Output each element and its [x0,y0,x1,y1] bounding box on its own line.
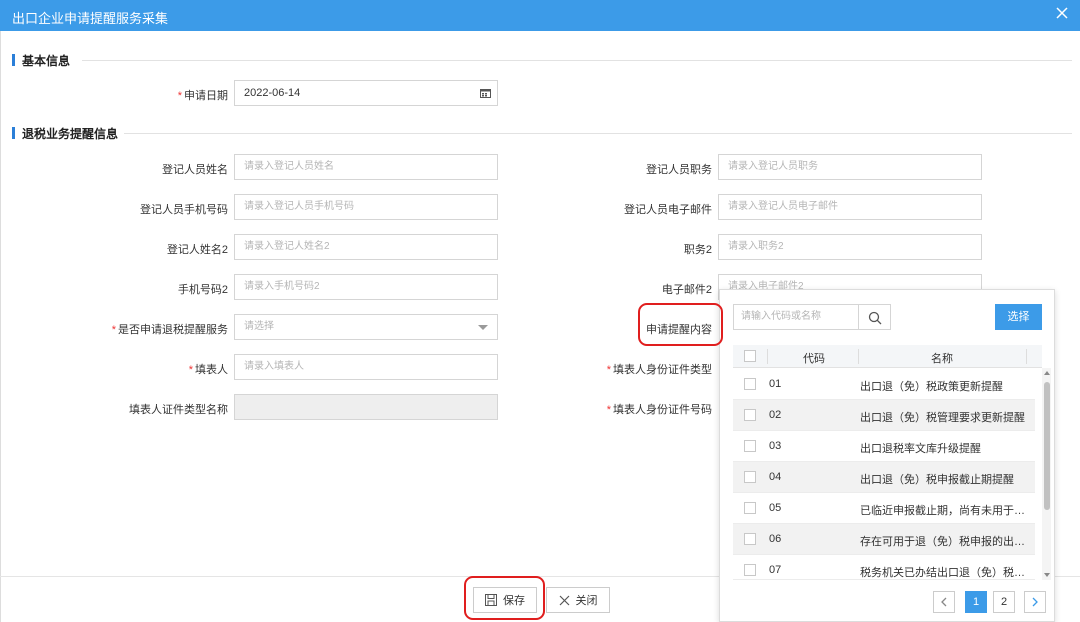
column-separator [767,349,768,364]
filler-label: * 填表人 [188,364,228,376]
table-row[interactable]: 05 已临近申报截止期，尚有未用于退（免）税申报的出口货物报关单提醒 [733,493,1035,524]
chevron-right-icon [1032,597,1038,607]
table-row[interactable]: 01 出口退（免）税政策更新提醒 [733,369,1035,400]
scroll-thumb[interactable] [1044,382,1050,510]
row-checkbox[interactable] [744,471,756,483]
email2-label: 电子邮件2 [661,284,712,296]
chevron-left-icon [941,597,947,607]
calendar-icon[interactable] [480,88,491,98]
table-row[interactable]: 03 出口退税率文库升级提醒 [733,431,1035,462]
column-header-code: 代码 [803,353,825,365]
chevron-down-icon [478,325,488,330]
apply-service-select[interactable]: 请选择 [234,314,498,340]
row-name: 出口退税率文库升级提醒 [860,443,981,455]
table-row[interactable]: 07 税务机关已办结出口退（免）税提醒 [733,555,1035,580]
code-search-input[interactable]: 请输入代码或名称 [733,304,859,330]
row-checkbox[interactable] [744,409,756,421]
remind-content-dropdown: 请输入代码或名称 选择 代码 名称 01 出口退（免）税政策更新提醒 02 出口… [719,289,1055,622]
row-checkbox[interactable] [744,440,756,452]
row-code: 06 [769,533,782,545]
row-code: 07 [769,564,782,576]
row-checkbox[interactable] [744,533,756,545]
reg-name-label: 登记人员姓名 [162,164,228,176]
filler-idno-label: * 填表人身份证件号码 [606,404,712,416]
row-code: 04 [769,471,782,483]
filler-input[interactable]: 请录入填表人 [234,354,498,380]
close-icon[interactable] [1054,5,1070,21]
row-code: 03 [769,440,782,452]
row-code: 05 [769,502,782,514]
post2-input[interactable]: 请录入职务2 [718,234,982,260]
section-divider [124,133,1072,134]
select-all-checkbox[interactable] [744,350,756,362]
scroll-up-arrow[interactable] [1044,371,1050,375]
close-icon [559,595,569,605]
prev-page-button[interactable] [933,591,955,613]
name2-label: 登记人姓名2 [166,244,228,256]
table-row[interactable]: 06 存在可用于退（免）税申报的出口货物报关单提醒 [733,524,1035,555]
left-border [0,31,1,622]
reg-phone-input[interactable]: 请录入登记人员手机号码 [234,194,498,220]
row-name: 出口退（免）税申报截止期提醒 [860,474,1014,486]
reg-email-input[interactable]: 请录入登记人员电子邮件 [718,194,982,220]
close-button[interactable]: 关闭 [546,587,610,613]
highlight-save-button [464,576,545,620]
table-row[interactable]: 02 出口退（免）税管理要求更新提醒 [733,400,1035,431]
column-header-name: 名称 [931,353,953,365]
column-separator [858,349,859,364]
table-row[interactable]: 04 出口退（免）税申报截止期提醒 [733,462,1035,493]
row-name: 出口退（免）税管理要求更新提醒 [860,412,1025,424]
row-checkbox[interactable] [744,378,756,390]
section-title-refund: 退税业务提醒信息 [22,127,119,141]
reg-post-input[interactable]: 请录入登记人员职务 [718,154,982,180]
phone2-input[interactable]: 请录入手机号码2 [234,274,498,300]
row-name: 出口退（免）税政策更新提醒 [860,381,1003,393]
reg-post-label: 登记人员职务 [646,164,712,176]
scroll-down-arrow[interactable] [1044,573,1050,577]
phone2-label: 手机号码2 [177,284,228,296]
apply-date-label: * 申请日期 [177,90,228,102]
name2-input[interactable]: 请录入登记人姓名2 [234,234,498,260]
page-2-button[interactable]: 2 [993,591,1015,613]
dialog-titlebar: 出口企业申请提醒服务采集 [0,0,1080,31]
section-refund-reminder: 退税业务提醒信息 [12,124,1072,142]
search-button[interactable] [859,304,891,330]
section-basic-info: 基本信息 [12,51,1072,69]
row-code: 02 [769,409,782,421]
next-page-button[interactable] [1024,591,1046,613]
apply-service-label: * 是否申请退税提醒服务 [111,324,228,336]
page-1-button[interactable]: 1 [965,591,987,613]
dialog-title: 出口企业申请提醒服务采集 [12,11,169,26]
column-separator [1026,349,1027,364]
close-button-label: 关闭 [575,595,598,607]
apply-date-input[interactable]: 2022-06-14 [234,80,498,106]
highlight-remind-content [638,303,723,346]
filler-idtype-label: * 填表人身份证件类型 [606,364,712,376]
post2-label: 职务2 [683,244,712,256]
section-divider [82,60,1072,61]
row-name: 已临近申报截止期，尚有未用于退（免）税申报的出口货物报关单提醒 [860,505,1025,517]
row-checkbox[interactable] [744,502,756,514]
section-title-basic: 基本信息 [22,54,71,68]
row-name: 税务机关已办结出口退（免）税提醒 [860,567,1025,579]
reg-name-input[interactable]: 请录入登记人员姓名 [234,154,498,180]
row-checkbox[interactable] [744,564,756,576]
search-icon [868,311,882,325]
reg-phone-label: 登记人员手机号码 [140,204,228,216]
table-header: 代码 名称 [733,345,1042,368]
reg-email-label: 登记人员电子邮件 [624,204,712,216]
row-code: 01 [769,378,782,390]
section-marker [12,54,15,66]
table-scrollbar[interactable] [1042,368,1051,580]
section-marker [12,127,15,139]
filler-idtypename-input [234,394,498,420]
select-button[interactable]: 选择 [995,304,1042,330]
filler-idtypename-label: 填表人证件类型名称 [129,404,228,416]
row-name: 存在可用于退（免）税申报的出口货物报关单提醒 [860,536,1025,548]
